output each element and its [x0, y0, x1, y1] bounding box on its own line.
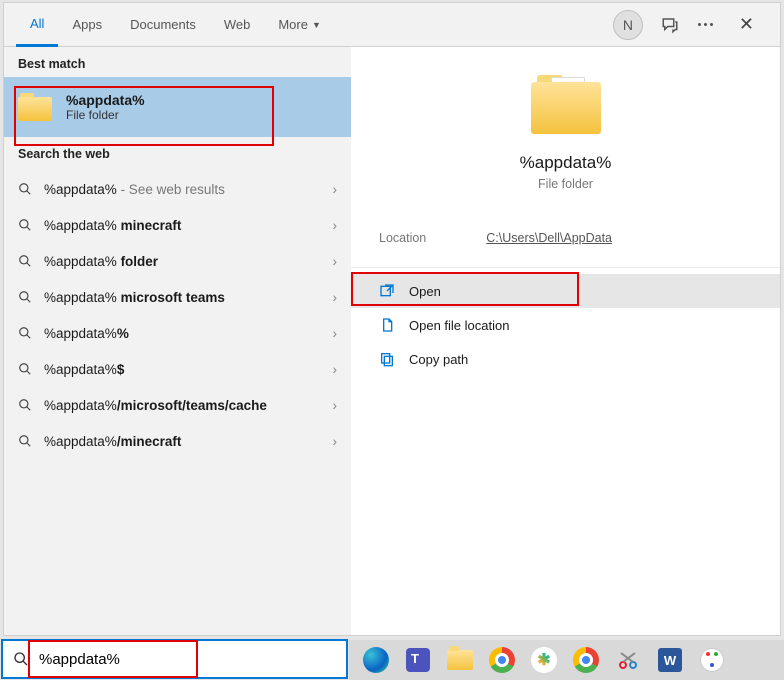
- open-icon: [379, 283, 395, 299]
- taskbar-paint[interactable]: [695, 643, 729, 677]
- web-result-item[interactable]: %appdata%/microsoft/teams/cache›: [4, 387, 351, 423]
- chevron-right-icon: ›: [332, 325, 337, 341]
- web-result-text: %appdata% minecraft: [44, 218, 332, 233]
- web-result-item[interactable]: %appdata% folder›: [4, 243, 351, 279]
- best-match-result[interactable]: %appdata% File folder: [4, 77, 351, 137]
- best-match-subtitle: File folder: [66, 108, 145, 122]
- taskbar-teams[interactable]: T: [401, 643, 435, 677]
- web-result-text: %appdata%%: [44, 326, 332, 341]
- results-list: Best match %appdata% File folder Search …: [4, 47, 351, 635]
- search-icon: [18, 182, 32, 196]
- feedback-icon[interactable]: [661, 16, 679, 34]
- chevron-right-icon: ›: [332, 181, 337, 197]
- preview-subtitle: File folder: [371, 177, 760, 191]
- folder-icon-large: [531, 75, 601, 135]
- web-result-item[interactable]: %appdata% - See web results›: [4, 171, 351, 207]
- chevron-right-icon: ›: [332, 361, 337, 377]
- taskbar-file-explorer[interactable]: [443, 643, 477, 677]
- web-result-text: %appdata%/microsoft/teams/cache: [44, 398, 332, 413]
- file-location-icon: [379, 317, 395, 333]
- chevron-right-icon: ›: [332, 433, 337, 449]
- more-options-icon[interactable]: [697, 16, 715, 34]
- tab-documents[interactable]: Documents: [116, 3, 210, 47]
- web-result-text: %appdata%/minecraft: [44, 434, 332, 449]
- chevron-down-icon: ▼: [312, 20, 321, 30]
- taskbar-chrome[interactable]: [485, 643, 519, 677]
- tab-all[interactable]: All: [16, 3, 58, 47]
- search-filter-tabs: All Apps Documents Web More▼ N ✕: [4, 3, 780, 47]
- action-open[interactable]: Open: [351, 274, 780, 308]
- search-icon: [13, 651, 29, 667]
- folder-icon: [18, 93, 52, 121]
- best-match-title: %appdata%: [66, 92, 145, 108]
- tab-apps[interactable]: Apps: [58, 3, 116, 47]
- chevron-right-icon: ›: [332, 217, 337, 233]
- taskbar-edge[interactable]: [359, 643, 393, 677]
- chevron-right-icon: ›: [332, 289, 337, 305]
- chevron-right-icon: ›: [332, 253, 337, 269]
- search-icon: [18, 326, 32, 340]
- action-copy-path[interactable]: Copy path: [351, 342, 780, 376]
- taskbar-word[interactable]: W: [653, 643, 687, 677]
- preview-actions: Open Open file location Copy path: [351, 268, 780, 376]
- web-result-text: %appdata% - See web results: [44, 182, 332, 197]
- search-icon: [18, 398, 32, 412]
- taskbar: T ✱ W: [349, 640, 784, 680]
- taskbar-snip[interactable]: [611, 643, 645, 677]
- location-path-link[interactable]: C:\Users\Dell\AppData: [486, 231, 612, 245]
- search-icon: [18, 218, 32, 232]
- best-match-header: Best match: [4, 47, 351, 77]
- taskbar-chrome-2[interactable]: [569, 643, 603, 677]
- action-open-location[interactable]: Open file location: [351, 308, 780, 342]
- search-icon: [18, 290, 32, 304]
- web-result-item[interactable]: %appdata% minecraft›: [4, 207, 351, 243]
- location-label: Location: [379, 231, 426, 245]
- web-result-item[interactable]: %appdata%$›: [4, 351, 351, 387]
- preview-metadata: Location C:\Users\Dell\AppData: [351, 209, 780, 268]
- web-result-text: %appdata% folder: [44, 254, 332, 269]
- search-icon: [18, 434, 32, 448]
- web-result-text: %appdata% microsoft teams: [44, 290, 332, 305]
- preview-title: %appdata%: [371, 153, 760, 173]
- copy-icon: [379, 351, 395, 367]
- search-icon: [18, 254, 32, 268]
- web-result-item[interactable]: %appdata% microsoft teams›: [4, 279, 351, 315]
- chevron-right-icon: ›: [332, 397, 337, 413]
- taskbar-slack[interactable]: ✱: [527, 643, 561, 677]
- tab-more[interactable]: More▼: [264, 3, 335, 47]
- search-icon: [18, 362, 32, 376]
- user-avatar[interactable]: N: [613, 10, 643, 40]
- search-web-header: Search the web: [4, 137, 351, 167]
- web-result-text: %appdata%$: [44, 362, 332, 377]
- windows-search-panel: All Apps Documents Web More▼ N ✕ Best ma…: [3, 2, 781, 636]
- web-result-item[interactable]: %appdata%%›: [4, 315, 351, 351]
- web-result-item[interactable]: %appdata%/minecraft›: [4, 423, 351, 459]
- tab-web[interactable]: Web: [210, 3, 265, 47]
- close-button[interactable]: ✕: [733, 14, 760, 35]
- search-box[interactable]: [1, 639, 348, 679]
- preview-pane: %appdata% File folder Location C:\Users\…: [351, 47, 780, 635]
- search-input[interactable]: [39, 651, 336, 668]
